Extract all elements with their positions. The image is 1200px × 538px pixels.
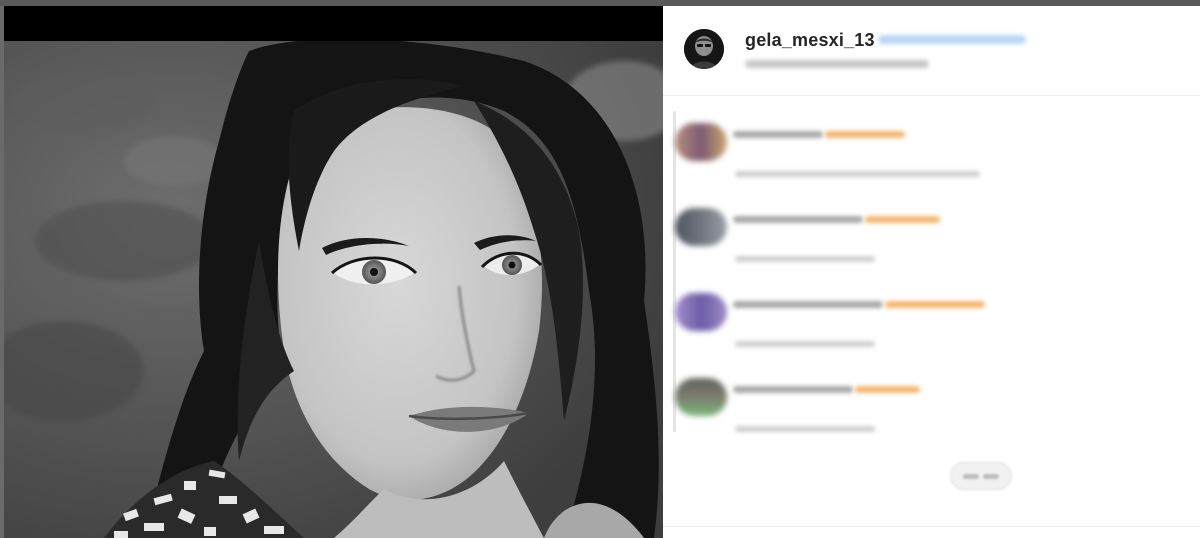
redacted-location-text bbox=[745, 60, 929, 68]
redacted-comment-meta bbox=[735, 341, 875, 347]
redacted-comment-text bbox=[885, 301, 985, 308]
comment-avatar[interactable] bbox=[675, 208, 727, 246]
username-link[interactable]: gela_mesxi_13 bbox=[745, 30, 875, 51]
redacted-comment-meta bbox=[735, 256, 875, 262]
comment-item bbox=[675, 293, 1195, 353]
redacted-comment-meta bbox=[735, 171, 980, 177]
comment-avatar[interactable] bbox=[675, 293, 727, 331]
redacted-comment-text bbox=[825, 131, 905, 138]
profile-avatar[interactable] bbox=[684, 29, 724, 69]
redacted-follow-link bbox=[878, 35, 1026, 44]
load-more-icon bbox=[983, 474, 999, 479]
comment-item bbox=[675, 123, 1195, 183]
post-header: gela_mesxi_13 bbox=[663, 6, 1200, 96]
post-media-panel bbox=[0, 6, 663, 538]
comment-avatar[interactable] bbox=[675, 123, 727, 161]
media-letterbox bbox=[4, 6, 663, 41]
comment-item bbox=[675, 378, 1195, 438]
comments-list bbox=[663, 111, 1200, 436]
avatar-image bbox=[684, 29, 724, 69]
redacted-comment-author bbox=[733, 386, 853, 393]
redacted-comment-author bbox=[733, 216, 863, 223]
post-info-panel: gela_mesxi_13 bbox=[663, 6, 1200, 538]
load-more-comments-button[interactable] bbox=[950, 462, 1012, 490]
post-photo[interactable] bbox=[4, 41, 663, 538]
redacted-comment-author bbox=[733, 131, 823, 138]
redacted-comment-text bbox=[855, 386, 920, 393]
divider bbox=[663, 526, 1200, 527]
redacted-comment-meta bbox=[735, 426, 875, 432]
comment-item bbox=[675, 208, 1195, 268]
comment-avatar[interactable] bbox=[675, 378, 727, 416]
redacted-comment-author bbox=[733, 301, 883, 308]
load-more-icon bbox=[963, 474, 979, 479]
redacted-comment-text bbox=[865, 216, 940, 223]
